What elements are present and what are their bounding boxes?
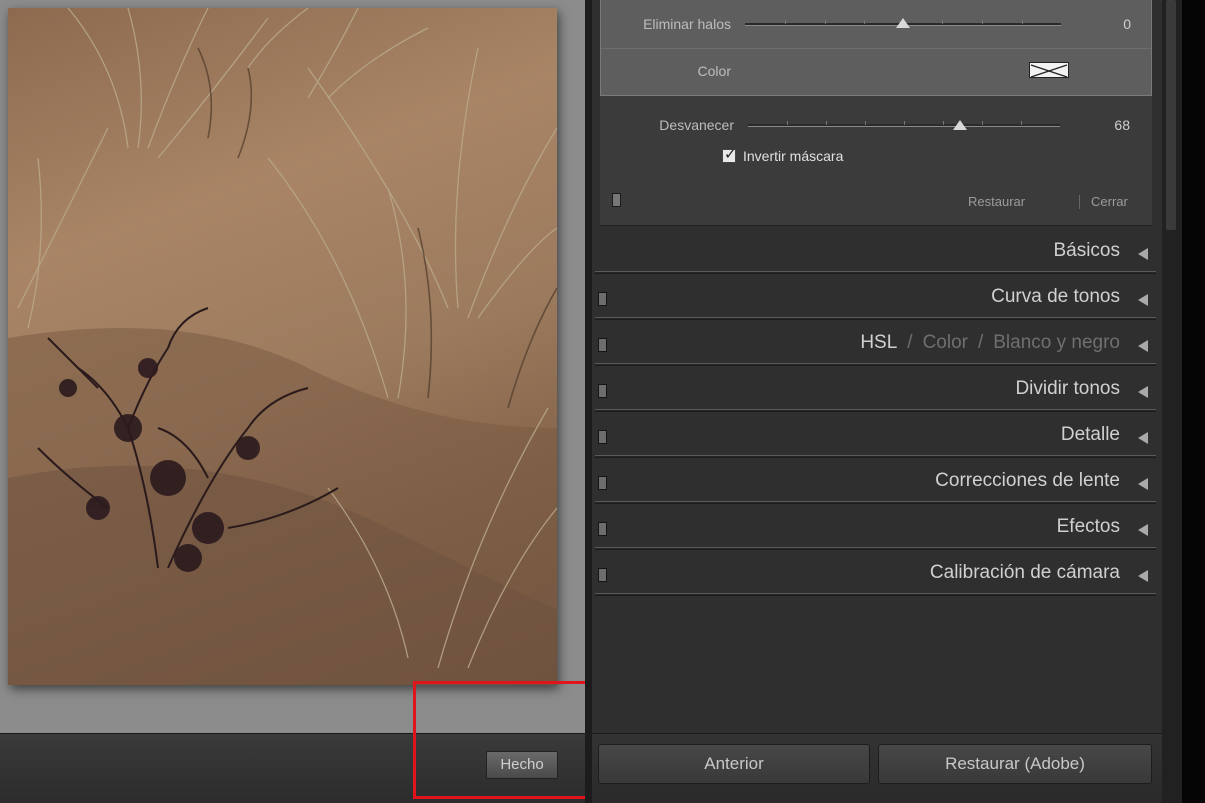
section-tone-curve-title: Curva de tonos: [991, 286, 1120, 307]
defringe-value[interactable]: 0: [1071, 16, 1131, 32]
section-basic-title: Básicos: [1053, 240, 1120, 261]
bottom-button-bar: Anterior Restaurar (Adobe): [592, 733, 1162, 803]
done-button[interactable]: Hecho: [486, 751, 558, 779]
collapse-arrow-icon[interactable]: [1138, 340, 1148, 352]
section-lens-corrections-title: Correcciones de lente: [935, 470, 1120, 491]
section-lens-corrections[interactable]: Correcciones de lente: [592, 458, 1162, 504]
brush-row-divider: [601, 48, 1151, 49]
section-hsl-title: HSL / Color / Blanco y negro: [860, 332, 1120, 354]
panel-switch-icon[interactable]: [598, 338, 607, 352]
photo-preview[interactable]: [8, 8, 557, 685]
tab-separator: /: [907, 332, 913, 353]
panel-switch-icon[interactable]: [598, 384, 607, 398]
dune-photo-image: [8, 8, 557, 685]
section-basic[interactable]: Básicos: [592, 228, 1162, 274]
brush-restore-link[interactable]: Restaurar: [968, 194, 1025, 209]
section-camera-calibration-title: Calibración de cámara: [929, 562, 1120, 583]
feather-value[interactable]: 68: [1070, 117, 1130, 133]
feather-slider-thumb[interactable]: [953, 120, 967, 130]
tab-separator: /: [977, 332, 984, 353]
scrollbar-thumb[interactable]: [1166, 0, 1176, 230]
section-split-toning-title: Dividir tonos: [1015, 378, 1120, 399]
panel-divider[interactable]: [585, 0, 592, 803]
brush-mask-options: Desvanecer 68 ✓ Invertir máscara Restaur…: [600, 96, 1152, 226]
tab-black-white[interactable]: Blanco y negro: [993, 332, 1120, 353]
section-effects[interactable]: Efectos: [592, 504, 1162, 550]
collapse-arrow-icon[interactable]: [1138, 570, 1148, 582]
defringe-slider-thumb[interactable]: [896, 18, 910, 28]
defringe-label: Eliminar halos: [643, 16, 731, 32]
collapse-arrow-icon[interactable]: [1138, 524, 1148, 536]
panel-scrollbar[interactable]: [1162, 0, 1182, 803]
section-hsl[interactable]: HSL / Color / Blanco y negro: [592, 320, 1162, 366]
section-separator: [595, 593, 1156, 596]
tab-hsl[interactable]: HSL: [860, 332, 897, 353]
section-split-toning[interactable]: Dividir tonos: [592, 366, 1162, 412]
photo-canvas-area: [0, 0, 585, 733]
panel-switch-icon[interactable]: [598, 292, 607, 306]
section-effects-title: Efectos: [1056, 516, 1120, 537]
collapse-arrow-icon[interactable]: [1138, 294, 1148, 306]
brush-panel-switch[interactable]: [612, 193, 621, 207]
collapse-arrow-icon[interactable]: [1138, 386, 1148, 398]
reset-adobe-button[interactable]: Restaurar (Adobe): [878, 744, 1152, 784]
color-label: Color: [697, 63, 731, 79]
feather-label: Desvanecer: [659, 117, 734, 133]
brush-close-link[interactable]: Cerrar: [1091, 194, 1128, 209]
section-detail[interactable]: Detalle: [592, 412, 1162, 458]
collapse-arrow-icon[interactable]: [1138, 478, 1148, 490]
collapse-arrow-icon[interactable]: [1138, 248, 1148, 260]
develop-right-panel: Eliminar halos 0 Color Desvanecer 68 ✓ I…: [592, 0, 1162, 803]
brush-settings-box: Eliminar halos 0 Color: [600, 0, 1152, 96]
panel-switch-icon[interactable]: [598, 430, 607, 444]
section-tone-curve[interactable]: Curva de tonos: [592, 274, 1162, 320]
panel-switch-icon[interactable]: [598, 476, 607, 490]
previous-button[interactable]: Anterior: [598, 744, 870, 784]
invert-mask-label[interactable]: Invertir máscara: [743, 148, 843, 164]
panel-switch-icon[interactable]: [598, 568, 607, 582]
panel-switch-icon[interactable]: [598, 522, 607, 536]
no-color-icon: [1030, 64, 1068, 78]
feather-slider-track[interactable]: [748, 121, 1060, 127]
section-detail-title: Detalle: [1060, 424, 1120, 445]
window-edge: [1182, 0, 1205, 803]
color-swatch[interactable]: [1029, 62, 1069, 78]
link-separator: [1079, 195, 1080, 209]
invert-mask-checkbox[interactable]: ✓: [722, 145, 737, 163]
tab-color[interactable]: Color: [923, 332, 968, 353]
section-camera-calibration[interactable]: Calibración de cámara: [592, 550, 1162, 596]
checkmark-icon: ✓: [724, 145, 737, 163]
collapse-arrow-icon[interactable]: [1138, 432, 1148, 444]
